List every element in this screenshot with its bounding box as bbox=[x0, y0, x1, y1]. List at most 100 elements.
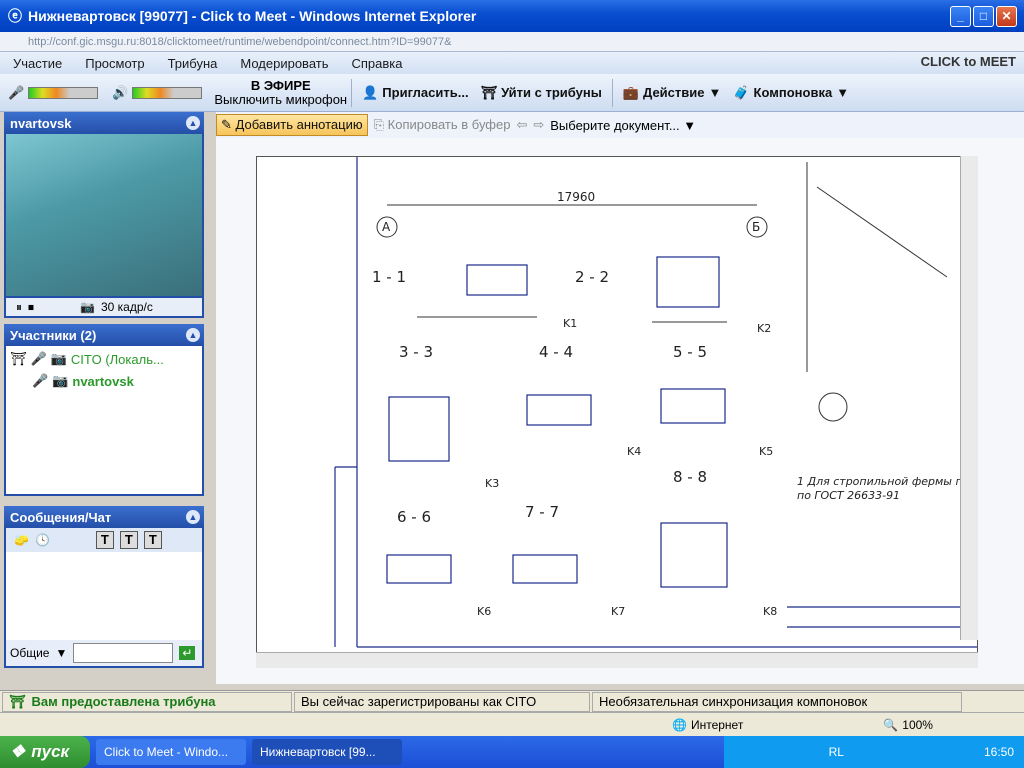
webcam-icon: 📷 bbox=[52, 373, 69, 388]
document-select-label: Выберите документ... bbox=[550, 117, 680, 133]
onair-title: В ЭФИРЕ bbox=[250, 77, 311, 93]
font-small-button[interactable]: T bbox=[95, 531, 114, 549]
section-label: 4 - 4 bbox=[539, 343, 573, 361]
speaker-icon: 🔊 bbox=[112, 84, 129, 100]
onair-button[interactable]: В ЭФИРЕ Выключить микрофон bbox=[214, 77, 348, 107]
globe-icon: 🌐 bbox=[672, 717, 687, 732]
tribune-icon: ⛩ bbox=[480, 84, 498, 100]
participant-name: nvartovsk bbox=[72, 373, 134, 389]
tribune-status: ⛩ Вам предоставлена трибуна bbox=[2, 691, 292, 712]
participants-title: Участники (2) bbox=[10, 327, 97, 343]
taskbar: ❖ пуск Click to Meet - Windo... Нижневарт… bbox=[0, 736, 1024, 768]
collapse-icon[interactable]: ▲ bbox=[186, 510, 200, 524]
toolbar-divider bbox=[611, 78, 613, 107]
participants-list: ⛩ 🎤 📷 CITO (Локаль... 🎤 📷 nvartovsk bbox=[4, 346, 204, 496]
action-label: Действие bbox=[643, 85, 705, 100]
menu-item-participation[interactable]: Участие bbox=[13, 56, 62, 71]
axis-b-label: Б bbox=[752, 220, 760, 234]
taskbar-item[interactable]: Click to Meet - Windo... bbox=[96, 739, 246, 765]
minimize-button[interactable]: _ bbox=[950, 6, 971, 27]
video-panel-header: nvartovsk ▲ bbox=[4, 112, 204, 134]
menu-item-view[interactable]: Просмотр bbox=[85, 56, 144, 71]
menu-item-help[interactable]: Справка bbox=[352, 56, 403, 71]
collapse-icon[interactable]: ▲ bbox=[186, 116, 200, 130]
start-button[interactable]: ❖ пуск bbox=[0, 736, 90, 768]
chat-input[interactable] bbox=[73, 643, 174, 663]
chat-scope-select[interactable]: Общие bbox=[10, 646, 49, 660]
layout-menu[interactable]: 🧳 Компоновка ▼ bbox=[727, 85, 855, 101]
main-toolbar: 🎤 🔊 В ЭФИРЕ Выключить микрофон 👤 Пригласи… bbox=[0, 74, 1024, 112]
maximize-button[interactable]: □ bbox=[973, 6, 994, 27]
mark-label: K2 bbox=[757, 322, 771, 335]
toolbar-divider bbox=[351, 78, 353, 107]
task-label: Click to Meet - Windo... bbox=[104, 745, 229, 759]
layout-icon: 🧳 bbox=[733, 84, 750, 100]
workspace-toolbar: ✎ Добавить аннотацию ⎘ Копировать в буфе… bbox=[216, 112, 1024, 138]
section-label: 8 - 8 bbox=[673, 468, 707, 486]
engineering-drawing: 17960 А Б 1 - 1 2 - 2 3 - 3 4 - 4 5 - 5 … bbox=[334, 157, 977, 648]
briefcase-icon: 💼 bbox=[622, 84, 640, 100]
video-controls: ⏸ ⏹ 📷 30 кадр/с bbox=[4, 298, 204, 318]
section-label: 7 - 7 bbox=[525, 503, 559, 521]
person-icon: 👤 bbox=[362, 84, 379, 100]
chevron-down-icon[interactable]: ▼ bbox=[55, 646, 67, 660]
participant-row[interactable]: 🎤 📷 nvartovsk bbox=[6, 370, 202, 392]
action-menu[interactable]: 💼 Действие ▼ bbox=[617, 85, 728, 101]
annotation-icon: ✎ bbox=[221, 117, 232, 132]
participants-header: Участники (2) ▲ bbox=[4, 324, 204, 346]
windows-flag-icon: ❖ bbox=[10, 742, 26, 761]
mic-level-meter[interactable] bbox=[28, 86, 99, 99]
clock-icon[interactable]: 🕓 bbox=[35, 533, 50, 547]
leave-tribune-button[interactable]: ⛩ Уйти с трибуны bbox=[475, 85, 608, 101]
font-medium-button[interactable]: T bbox=[119, 531, 138, 549]
dimension-text: 17960 bbox=[557, 190, 595, 204]
taskbar-item[interactable]: Нижневартовск [99... bbox=[252, 739, 402, 765]
invite-label: Пригласить... bbox=[382, 85, 469, 100]
zoom-icon: 🔍 bbox=[883, 717, 899, 732]
chat-input-row: Общие ▼ ↵ bbox=[6, 640, 202, 666]
menu-item-tribune[interactable]: Трибуна bbox=[168, 56, 218, 71]
participant-row[interactable]: ⛩ 🎤 📷 CITO (Локаль... bbox=[6, 348, 202, 370]
mark-label: K5 bbox=[759, 445, 773, 458]
section-label: 1 - 1 bbox=[372, 268, 406, 286]
vertical-scrollbar[interactable] bbox=[960, 156, 978, 640]
language-indicator[interactable]: RL bbox=[829, 745, 844, 759]
zoom-level[interactable]: 100% bbox=[902, 718, 933, 732]
forward-arrow-icon[interactable]: ⇨ bbox=[533, 117, 544, 133]
collapse-icon[interactable]: ▲ bbox=[186, 328, 200, 342]
address-bar[interactable]: http://conf.gic.msgu.ru:8018/clicktomeet… bbox=[0, 32, 1024, 52]
section-label: 2 - 2 bbox=[575, 268, 609, 286]
font-large-button[interactable]: T bbox=[143, 531, 162, 549]
menu-item-moderate[interactable]: Модерировать bbox=[240, 56, 328, 71]
invite-button[interactable]: 👤 Пригласить... bbox=[356, 85, 474, 101]
copy-button[interactable]: ⎘ Копировать в буфер bbox=[374, 117, 511, 133]
section-label: 6 - 6 bbox=[397, 508, 431, 526]
close-button[interactable]: ✕ bbox=[996, 6, 1017, 27]
start-label: пуск bbox=[31, 742, 70, 761]
document-select[interactable]: Выберите документ... ▼ bbox=[550, 118, 696, 133]
ie-statusbar: 🌐 Интернет 🔍 100% bbox=[0, 712, 1024, 736]
ie-icon: ⓔ bbox=[8, 8, 22, 24]
eraser-icon[interactable]: 🧽 bbox=[14, 533, 29, 547]
copy-icon: ⎘ bbox=[373, 117, 385, 132]
leave-label: Уйти с трибуны bbox=[501, 85, 602, 100]
stop-button[interactable]: ⏹ bbox=[28, 300, 34, 315]
add-annotation-button[interactable]: ✎ Добавить аннотацию bbox=[216, 114, 368, 136]
menu-bar: Участие Просмотр Трибуна Модерировать Сп… bbox=[0, 52, 1024, 74]
drawing-viewer[interactable]: 17960 А Б 1 - 1 2 - 2 3 - 3 4 - 4 5 - 5 … bbox=[256, 156, 978, 656]
pause-button[interactable]: ⏸ bbox=[16, 300, 22, 315]
system-tray: RL 16:50 bbox=[724, 736, 1024, 768]
send-button[interactable]: ↵ bbox=[179, 646, 196, 660]
back-arrow-icon[interactable]: ⇦ bbox=[516, 117, 527, 133]
onair-subtitle: Выключить микрофон bbox=[214, 91, 348, 107]
tribune-icon: ⛩ bbox=[9, 693, 26, 709]
chat-toolbar: 🧽 🕓 T T T bbox=[6, 528, 202, 552]
horizontal-scrollbar[interactable] bbox=[256, 652, 978, 668]
speaker-level-meter[interactable] bbox=[132, 86, 203, 99]
window-titlebar: ⓔ Нижневартовск [99077] - Click to Meet … bbox=[0, 0, 1024, 32]
sync-status: Необязательная синхронизация компоновок bbox=[592, 691, 962, 712]
layout-label: Компоновка bbox=[753, 85, 833, 100]
section-label: 3 - 3 bbox=[399, 343, 433, 361]
app-statusbar: ⛩ Вам предоставлена трибуна Вы сейчас зар… bbox=[0, 690, 1024, 712]
registration-status: Вы сейчас зарегистрированы как CITO bbox=[294, 691, 590, 712]
